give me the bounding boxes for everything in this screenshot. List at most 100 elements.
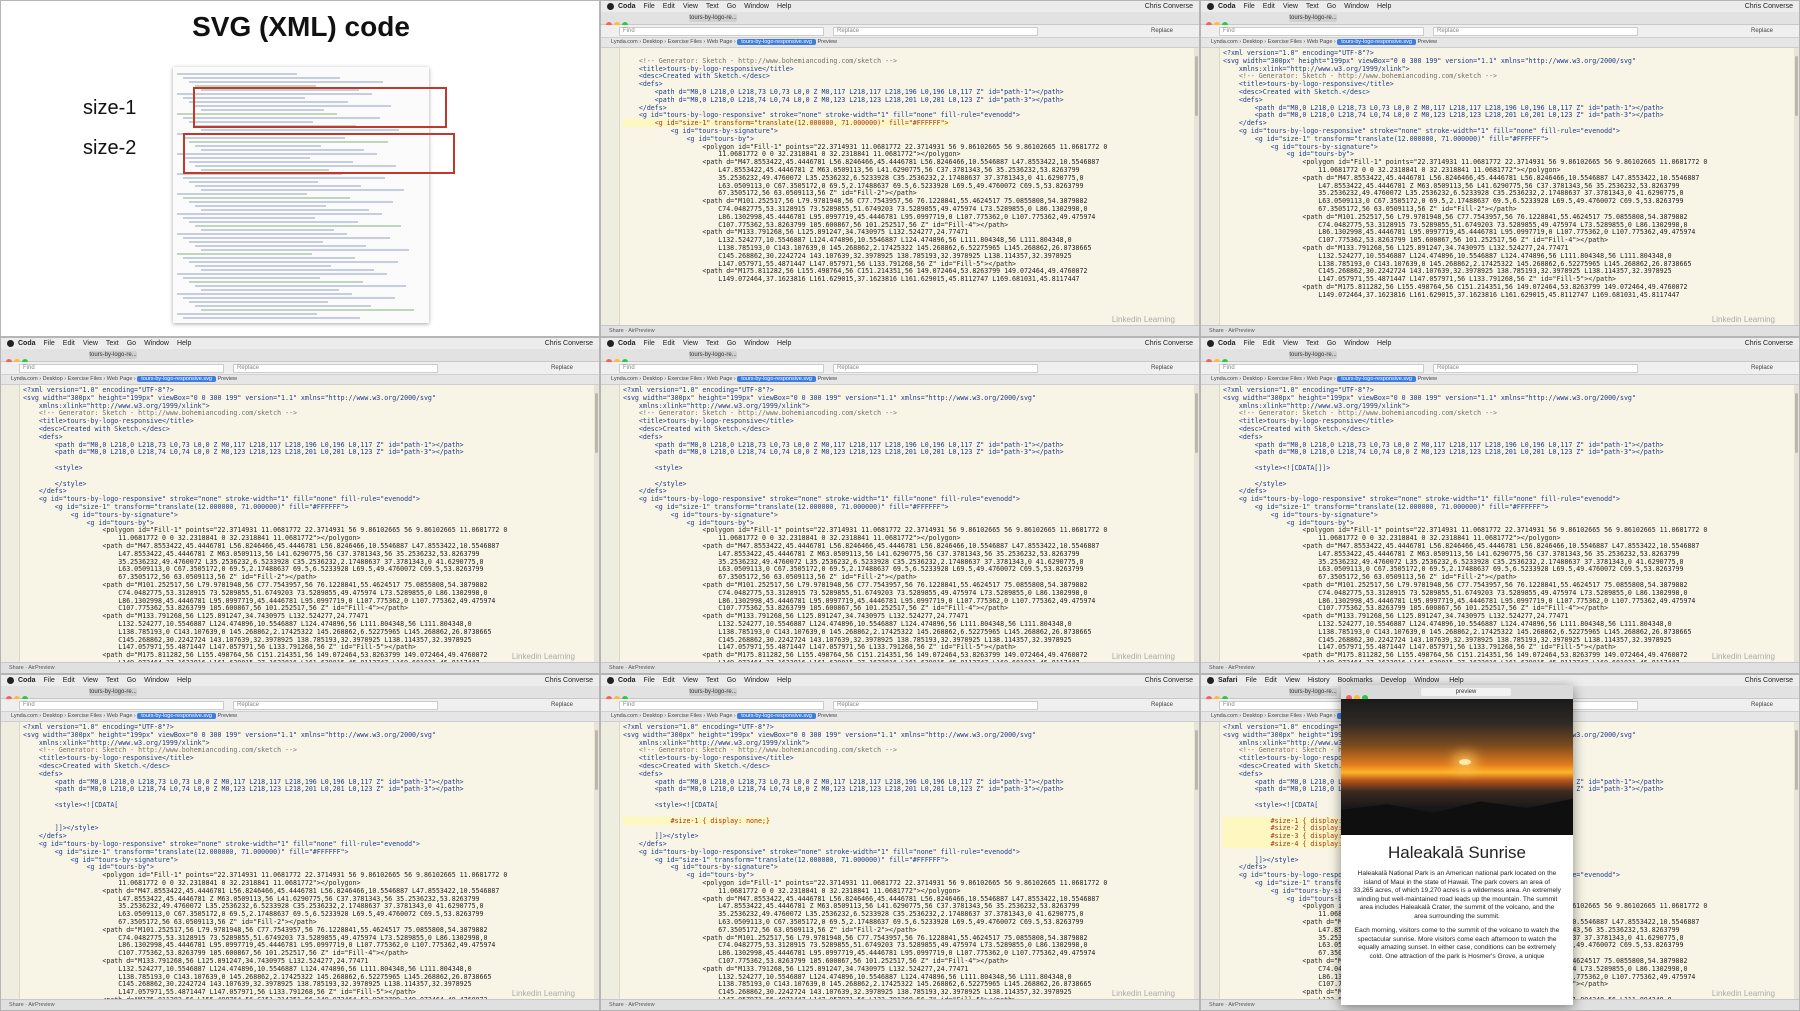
app-menu[interactable]: Coda xyxy=(618,3,636,10)
code-editor[interactable]: <!-- Generator: Sketch - http://www.bohe… xyxy=(601,48,1199,325)
app-menu[interactable]: Coda xyxy=(618,340,636,347)
crumb-current-file[interactable]: tours-by-logo-responsive.svg xyxy=(737,376,816,382)
user-name[interactable]: Chris Converse xyxy=(545,338,593,349)
menu-help[interactable]: Help xyxy=(177,340,191,347)
share-button[interactable]: Share xyxy=(609,1002,624,1008)
scroll-thumb[interactable] xyxy=(1795,393,1798,453)
menu-file[interactable]: File xyxy=(644,677,655,684)
menu-window[interactable]: Develop xyxy=(1381,677,1407,684)
crumb[interactable]: Web Page xyxy=(107,376,133,382)
menu-go[interactable]: Go xyxy=(727,677,736,684)
menu-view[interactable]: View xyxy=(683,340,698,347)
crumb[interactable]: Desktop xyxy=(1243,39,1263,45)
share-button[interactable]: Share xyxy=(1209,328,1224,334)
airpreview-button[interactable]: AirPreview xyxy=(28,665,54,671)
replace-input[interactable]: Replace xyxy=(1433,27,1638,36)
apple-icon[interactable] xyxy=(1207,2,1214,10)
file-tab[interactable]: tours-by-logo-re... xyxy=(1289,351,1337,359)
menu-text[interactable]: Text xyxy=(106,340,119,347)
code-editor[interactable]: <?xml version="1.0" encoding="UTF-8"?> <… xyxy=(1201,48,1799,325)
scrollbar[interactable] xyxy=(1794,48,1799,325)
crumb[interactable]: Web Page xyxy=(707,713,733,719)
crumb[interactable]: Lynda.com xyxy=(11,376,38,382)
crumb[interactable]: Web Page xyxy=(1307,713,1333,719)
airpreview-button[interactable]: AirPreview xyxy=(28,1002,54,1008)
airpreview-button[interactable]: AirPreview xyxy=(1228,328,1254,334)
crumb-current-file[interactable]: tours-by-logo-responsive.svg xyxy=(1337,376,1416,382)
menu-text[interactable]: Text xyxy=(706,677,719,684)
replace-input[interactable]: Replace xyxy=(1433,364,1638,373)
code-editor[interactable]: <?xml version="1.0" encoding="UTF-8"?> <… xyxy=(1201,385,1799,662)
user-name[interactable]: Chris Converse xyxy=(1745,1,1793,12)
menu-edit[interactable]: Edit xyxy=(663,3,675,10)
find-input[interactable]: Find xyxy=(19,701,224,710)
menu-go[interactable]: Go xyxy=(127,340,136,347)
menu-window[interactable]: Window xyxy=(1344,340,1369,347)
menu-text[interactable]: Text xyxy=(706,3,719,10)
menu-file[interactable]: File xyxy=(644,3,655,10)
airpreview-button[interactable]: AirPreview xyxy=(628,1002,654,1008)
replace-input[interactable]: Replace xyxy=(233,701,438,710)
airpreview-button[interactable]: AirPreview xyxy=(628,665,654,671)
scroll-thumb[interactable] xyxy=(595,393,598,453)
replace-button[interactable]: Replace xyxy=(1151,701,1173,709)
crumb[interactable]: Exercise Files xyxy=(1268,713,1302,719)
apple-icon[interactable] xyxy=(607,2,614,10)
crumb[interactable]: Lynda.com xyxy=(11,713,38,719)
menu-view[interactable]: View xyxy=(683,677,698,684)
replace-button[interactable]: Replace xyxy=(1151,364,1173,372)
menu-window[interactable]: Window xyxy=(744,3,769,10)
crumb[interactable]: Lynda.com xyxy=(1211,713,1238,719)
menu-help[interactable]: Help xyxy=(777,3,791,10)
file-tab[interactable]: tours-by-logo-re... xyxy=(89,351,137,359)
menu-help[interactable]: Help xyxy=(177,677,191,684)
crumb[interactable]: Web Page xyxy=(1307,39,1333,45)
crumb[interactable]: Desktop xyxy=(1243,376,1263,382)
replace-input[interactable]: Replace xyxy=(233,364,438,373)
menu-help[interactable]: Help xyxy=(1377,340,1391,347)
menu-view[interactable]: View xyxy=(1283,340,1298,347)
crumb[interactable]: Lynda.com xyxy=(611,713,638,719)
code-editor[interactable]: <?xml version="1.0" encoding="UTF-8"?> <… xyxy=(1,385,599,662)
share-button[interactable]: Share xyxy=(9,1002,24,1008)
code-text[interactable]: <?xml version="1.0" encoding="UTF-8"?> <… xyxy=(23,723,595,999)
crumb[interactable]: Lynda.com xyxy=(1211,39,1238,45)
crumb-current-file[interactable]: tours-by-logo-responsive.svg xyxy=(137,376,216,382)
apple-icon[interactable] xyxy=(7,339,14,347)
preview-tab[interactable]: Preview xyxy=(217,713,237,719)
crumb[interactable]: Exercise Files xyxy=(668,39,702,45)
crumb[interactable]: Web Page xyxy=(707,376,733,382)
menu-window[interactable]: Window xyxy=(744,677,769,684)
share-button[interactable]: Share xyxy=(1209,665,1224,671)
menu-help[interactable]: Help xyxy=(777,340,791,347)
menu-text[interactable]: Text xyxy=(106,677,119,684)
crumb[interactable]: Lynda.com xyxy=(1211,376,1238,382)
menu-edit[interactable]: Edit xyxy=(1265,677,1277,684)
crumb[interactable]: Desktop xyxy=(43,713,63,719)
code-text[interactable]: <?xml version="1.0" encoding="UTF-8"?> <… xyxy=(623,386,1195,662)
preview-tab[interactable]: Preview xyxy=(817,39,837,45)
menu-go[interactable]: Go xyxy=(1327,3,1336,10)
preview-tab[interactable]: Preview xyxy=(1417,376,1437,382)
menu-go[interactable]: Go xyxy=(1327,340,1336,347)
share-button[interactable]: Share xyxy=(609,665,624,671)
crumb[interactable]: Exercise Files xyxy=(68,376,102,382)
crumb[interactable]: Desktop xyxy=(643,376,663,382)
scroll-thumb[interactable] xyxy=(1195,393,1198,453)
preview-tab[interactable]: Preview xyxy=(817,713,837,719)
crumb[interactable]: Lynda.com xyxy=(611,39,638,45)
scroll-thumb[interactable] xyxy=(1195,56,1198,116)
airpreview-button[interactable]: AirPreview xyxy=(1228,665,1254,671)
apple-icon[interactable] xyxy=(1207,676,1214,684)
file-tab[interactable]: tours-by-logo-re... xyxy=(1289,14,1337,22)
menu-view[interactable]: View xyxy=(83,677,98,684)
find-input[interactable]: Find xyxy=(19,364,224,373)
address-bar[interactable]: preview xyxy=(1421,688,1511,696)
code-text[interactable]: <?xml version="1.0" encoding="UTF-8"?> <… xyxy=(1223,386,1795,662)
find-input[interactable]: Find xyxy=(1219,27,1424,36)
menu-file[interactable]: File xyxy=(44,677,55,684)
replace-button[interactable]: Replace xyxy=(1751,701,1773,709)
menu-go[interactable]: Go xyxy=(727,3,736,10)
app-menu[interactable]: Coda xyxy=(18,340,36,347)
menu-edit[interactable]: Edit xyxy=(63,340,75,347)
